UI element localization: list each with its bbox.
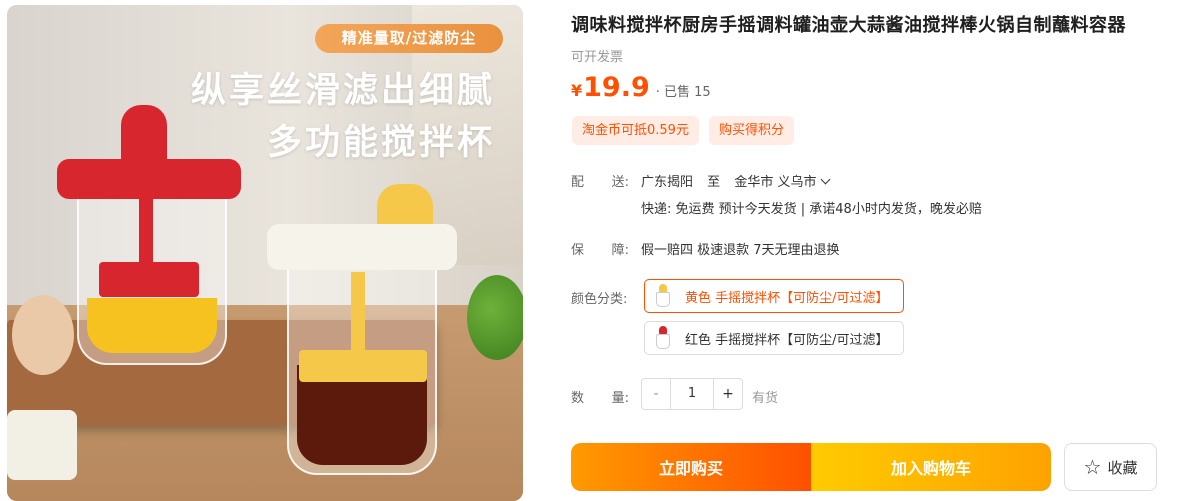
price-row: ¥ 19.9 · 已售 15 bbox=[571, 72, 711, 106]
sold-count: · 已售 15 bbox=[655, 85, 711, 100]
shipping-label: 配送: bbox=[571, 175, 629, 190]
add-to-cart-button[interactable]: 加入购物车 bbox=[811, 443, 1051, 491]
quantity-increase-button[interactable]: + bbox=[713, 378, 743, 410]
favorite-label: 收藏 bbox=[1107, 458, 1138, 477]
image-headline: 纵享丝滑滤出细腻 多功能搅拌杯 bbox=[191, 65, 495, 169]
promo-coin-discount[interactable]: 淘金币可抵0.59元 bbox=[572, 116, 699, 145]
favorite-button[interactable]: ☆ 收藏 bbox=[1064, 443, 1157, 491]
sku-option-red[interactable]: 红色 手摇搅拌杯【可防尘/可过滤】 bbox=[644, 321, 904, 355]
price: 19.9 bbox=[583, 72, 650, 103]
promo-list: 淘金币可抵0.59元 购买得积分 bbox=[572, 116, 794, 145]
currency-symbol: ¥ bbox=[571, 81, 583, 100]
quantity-decrease-button[interactable]: - bbox=[641, 378, 671, 410]
guarantee-label: 保障: bbox=[571, 243, 629, 258]
product-main-image[interactable]: 精准量取/过滤防尘 纵享丝滑滤出细腻 多功能搅拌杯 bbox=[7, 5, 523, 501]
quantity-input[interactable]: 1 bbox=[671, 378, 713, 410]
star-icon: ☆ bbox=[1083, 455, 1102, 479]
image-garlic-bowl bbox=[7, 410, 77, 480]
shipping-route: 广东揭阳 至 金华市 义乌市 bbox=[641, 171, 831, 190]
shipping-from: 广东揭阳 bbox=[641, 175, 694, 190]
quantity-label: 数量: bbox=[571, 391, 629, 406]
shipping-to-word: 至 bbox=[707, 175, 721, 190]
image-greens bbox=[467, 275, 523, 360]
promo-points[interactable]: 购买得积分 bbox=[708, 116, 794, 145]
invoice-note: 可开发票 bbox=[571, 50, 624, 65]
sku-option-yellow-label: 黄色 手摇搅拌杯【可防尘/可过滤】 bbox=[685, 290, 889, 306]
chevron-down-icon bbox=[821, 174, 831, 185]
guarantee-text: 假一赔四 极速退款 7天无理由退换 bbox=[641, 243, 840, 258]
stock-status: 有货 bbox=[752, 391, 779, 406]
sku-option-yellow[interactable]: 黄色 手摇搅拌杯【可防尘/可过滤】 bbox=[644, 279, 904, 313]
image-yellow-jar bbox=[267, 184, 457, 475]
image-headline-line1: 纵享丝滑滤出细腻 bbox=[190, 71, 495, 111]
product-info-panel: 调味料搅拌杯厨房手摇调料罐油壶大蒜酱油搅拌棒火锅自制蘸料容器 可开发票 ¥ 19… bbox=[571, 0, 1187, 501]
image-red-jar bbox=[57, 105, 241, 365]
quantity-stepper: - 1 + bbox=[641, 378, 743, 410]
sku-thumb-red bbox=[653, 326, 673, 350]
sku-label: 颜色分类: bbox=[571, 292, 628, 307]
shipping-destination[interactable]: 金华市 义乌市 bbox=[734, 174, 831, 190]
sku-option-red-label: 红色 手摇搅拌杯【可防尘/可过滤】 bbox=[685, 332, 889, 348]
product-page: 精准量取/过滤防尘 纵享丝滑滤出细腻 多功能搅拌杯 调味料搅拌杯厨房手摇调料罐油… bbox=[0, 0, 1187, 501]
shipping-detail: 快递: 免运费 预计今天发货 | 承诺48小时内发货，晚发必赔 bbox=[641, 202, 982, 217]
product-title: 调味料搅拌杯厨房手摇调料罐油壶大蒜酱油搅拌棒火锅自制蘸料容器 bbox=[571, 15, 1126, 36]
sku-thumb-yellow bbox=[653, 284, 673, 308]
buy-now-button[interactable]: 立即购买 bbox=[571, 443, 811, 491]
image-egg bbox=[12, 295, 74, 375]
image-headline-line2: 多功能搅拌杯 bbox=[266, 123, 495, 163]
image-feature-tag: 精准量取/过滤防尘 bbox=[315, 24, 503, 53]
